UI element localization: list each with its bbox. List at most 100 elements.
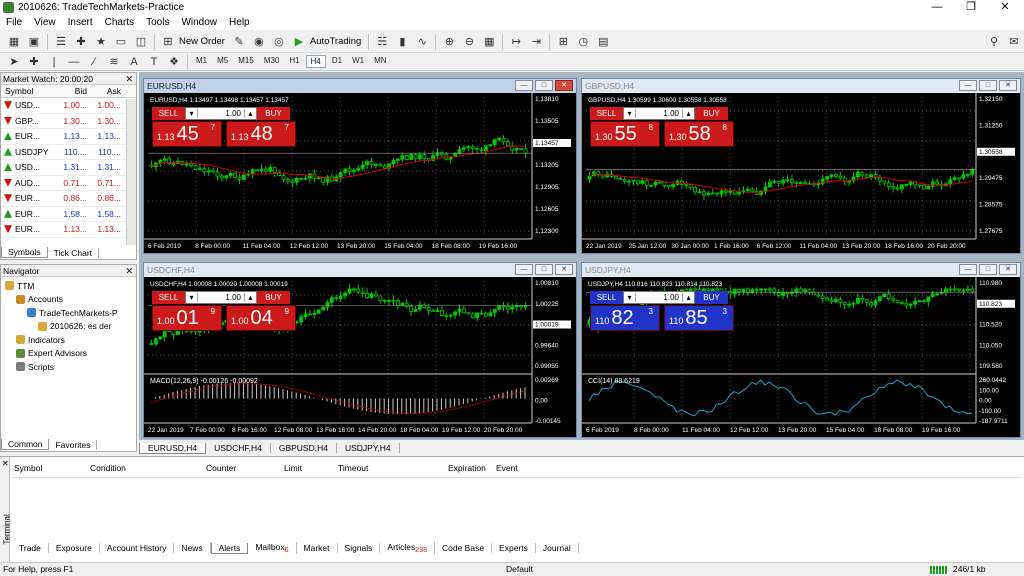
volume-field[interactable]: ▾ 1.00 ▴ xyxy=(185,291,257,304)
sell-price-box[interactable]: 1.30 55 8 xyxy=(590,121,660,147)
market-watch-row[interactable]: EUR... 1.13... 1.13... xyxy=(1,222,136,238)
sell-price-box[interactable]: 1.13 45 7 xyxy=(152,121,222,147)
restore-button[interactable]: ❐ xyxy=(954,0,988,15)
close-button[interactable]: ✕ xyxy=(555,80,573,91)
timeframe-m5[interactable]: M5 xyxy=(213,55,232,68)
new-order-button[interactable]: New Order xyxy=(179,36,225,47)
terminal-col-expiration[interactable]: Expiration xyxy=(448,463,486,473)
timeframe-d1[interactable]: D1 xyxy=(328,55,346,68)
sell-button[interactable]: SELL xyxy=(152,107,185,120)
buy-price-box[interactable]: 110 85 3 xyxy=(664,305,734,331)
buy-button[interactable]: BUY xyxy=(257,107,290,120)
volume-field[interactable]: ▾ 1.00 ▴ xyxy=(185,107,257,120)
navigator-item[interactable]: TradeTechMarkets-P xyxy=(1,306,136,320)
increase-volume-icon[interactable]: ▴ xyxy=(682,109,694,118)
menu-tools[interactable]: Tools xyxy=(140,17,175,28)
text-icon[interactable]: A xyxy=(126,54,142,70)
terminal-col-limit[interactable]: Limit xyxy=(284,463,302,473)
sell-price-box[interactable]: 1.00 01 9 xyxy=(152,305,222,331)
tab-tick-chart[interactable]: Tick Chart xyxy=(48,247,100,258)
chart-window-usdjpy[interactable]: USDJPY,H4 — □ ✕ CCI(14) 88.6219 260.0442 100.0… xyxy=(581,262,1021,438)
timeframe-mn[interactable]: MN xyxy=(370,55,390,68)
increase-volume-icon[interactable]: ▴ xyxy=(244,109,256,118)
terminal-col-event[interactable]: Event xyxy=(496,463,518,473)
navigator-item[interactable]: Accounts xyxy=(1,293,136,307)
decrease-volume-icon[interactable]: ▾ xyxy=(186,109,198,118)
decrease-volume-icon[interactable]: ▾ xyxy=(186,293,198,302)
market-watch-row[interactable]: USD... 1.00... 1.00... xyxy=(1,98,136,114)
buy-button[interactable]: BUY xyxy=(257,291,290,304)
navigator-item[interactable]: 2010626: es der xyxy=(1,320,136,334)
periods-icon[interactable]: ◷ xyxy=(575,34,591,50)
market-watch-icon[interactable]: ☰ xyxy=(53,34,69,50)
chart-window-eurusd[interactable]: EURUSD,H4— □ ✕ 1.13810 1.13505 1.13457 1.13205… xyxy=(143,78,577,254)
buy-button[interactable]: BUY xyxy=(695,107,728,120)
minimize-button[interactable]: — xyxy=(920,0,954,15)
chart-window-usdchf[interactable]: USDCHF,H4 — □ ✕ MACD(12,26,9) -0.00126 -0.00… xyxy=(143,262,577,438)
tab-common[interactable]: Common xyxy=(1,439,50,450)
terminal-col-timeout[interactable]: Timeout xyxy=(338,463,368,473)
navigator-item[interactable]: Scripts xyxy=(1,360,136,374)
terminal-tab-articles[interactable]: Articles238 xyxy=(380,541,435,555)
close-window-button[interactable]: ✕ xyxy=(988,0,1022,15)
new-order-icon[interactable]: ⊞ xyxy=(160,34,176,50)
close-button[interactable]: ✕ xyxy=(555,264,573,275)
sell-button[interactable]: SELL xyxy=(152,291,185,304)
buy-button[interactable]: BUY xyxy=(695,291,728,304)
timeframe-h4[interactable]: H4 xyxy=(305,55,326,68)
chart-titlebar[interactable]: USDCHF,H4 — □ ✕ xyxy=(144,263,576,277)
market-watch-row[interactable]: USD... 1.31... 1.31... xyxy=(1,160,136,176)
terminal-tab-journal[interactable]: Journal xyxy=(536,543,579,553)
navigator-item[interactable]: Indicators xyxy=(1,333,136,347)
templates-icon[interactable]: ▤ xyxy=(595,34,611,50)
chart-titlebar[interactable]: GBPUSD,H4 — □ ✕ xyxy=(582,79,1020,93)
scrollbar[interactable] xyxy=(126,99,136,245)
maximize-button[interactable]: □ xyxy=(979,80,997,91)
navigator-item[interactable]: Expert Advisors xyxy=(1,347,136,361)
sell-button[interactable]: SELL xyxy=(590,291,623,304)
channel-icon[interactable]: ≋ xyxy=(106,54,122,70)
volume-field[interactable]: ▾ 1.00 ▴ xyxy=(623,291,695,304)
terminal-tab-news[interactable]: News xyxy=(174,543,211,553)
chart-tab[interactable]: GBPUSD,H4 xyxy=(271,443,337,453)
search-icon[interactable]: ⚲ xyxy=(986,34,1002,50)
col-bid[interactable]: Bid xyxy=(51,86,87,96)
terminal-tab-market[interactable]: Market xyxy=(297,543,338,553)
timeframe-m15[interactable]: M15 xyxy=(234,55,258,68)
terminal-tab-account-history[interactable]: Account History xyxy=(100,543,175,553)
close-button[interactable]: ✕ xyxy=(999,264,1017,275)
zoom-in-icon[interactable]: ⊕ xyxy=(441,34,457,50)
menu-window[interactable]: Window xyxy=(175,17,223,28)
close-icon[interactable]: ✕ xyxy=(125,265,133,277)
menu-charts[interactable]: Charts xyxy=(99,17,140,28)
timeframe-m30[interactable]: M30 xyxy=(260,55,284,68)
market-watch-row[interactable]: EUR... 1.58... 1.58... xyxy=(1,207,136,222)
increase-volume-icon[interactable]: ▴ xyxy=(682,293,694,302)
terminal-tab-trade[interactable]: Trade xyxy=(12,543,49,553)
buy-price-box[interactable]: 1.30 58 8 xyxy=(664,121,734,147)
buy-price-box[interactable]: 1.00 04 9 xyxy=(226,305,296,331)
data-window-icon[interactable]: ✚ xyxy=(73,34,89,50)
chart-titlebar[interactable]: EURUSD,H4 — □ ✕ xyxy=(144,79,576,93)
maximize-button[interactable]: □ xyxy=(535,264,553,275)
close-icon[interactable]: ✕ xyxy=(125,73,133,85)
strategy-tester-icon[interactable]: ◫ xyxy=(133,34,149,50)
autotrading-button[interactable]: AutoTrading xyxy=(310,36,361,47)
terminal-col-counter[interactable]: Counter xyxy=(206,463,236,473)
menu-insert[interactable]: Insert xyxy=(62,17,99,28)
minimize-button[interactable]: — xyxy=(515,80,533,91)
bar-chart-icon[interactable]: ☵ xyxy=(374,34,390,50)
market-watch-row[interactable]: GBP... 1.30... 1.30... xyxy=(1,114,136,129)
trendline-icon[interactable]: ∕ xyxy=(86,54,102,70)
chart-tab[interactable]: EURUSD,H4 xyxy=(139,442,207,454)
metaeditor-icon[interactable]: ✎ xyxy=(231,34,247,50)
horizontal-line-icon[interactable]: — xyxy=(66,54,82,70)
terminal-tab-experts[interactable]: Experts xyxy=(492,543,536,553)
navigator-item[interactable]: TTM xyxy=(1,279,136,293)
market-icon[interactable]: ◎ xyxy=(271,34,287,50)
label-icon[interactable]: T xyxy=(146,54,162,70)
profiles-icon[interactable]: ▣ xyxy=(26,34,42,50)
buy-price-box[interactable]: 1.13 48 7 xyxy=(226,121,296,147)
terminal-col-symbol[interactable]: Symbol xyxy=(14,463,42,473)
market-watch-row[interactable]: EUR... 0.86... 0.86... xyxy=(1,191,136,207)
